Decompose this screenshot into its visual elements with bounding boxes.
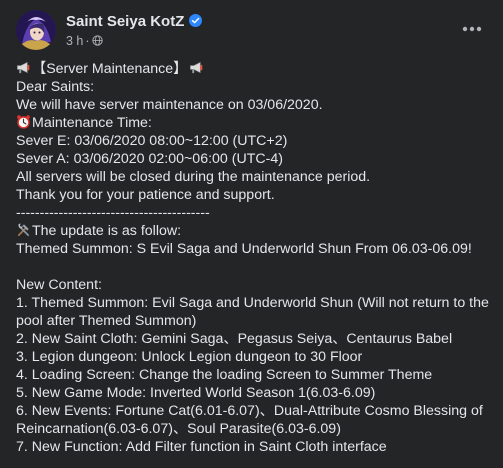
post-line: Themed Summon: S Evil Saga and Underworl… xyxy=(16,241,472,257)
post-line: 3. Legion dungeon: Unlock Legion dungeon… xyxy=(16,349,363,365)
post-line: We will have server maintenance on 03/06… xyxy=(16,97,323,113)
megaphone-icon xyxy=(17,61,30,74)
post-line: All servers will be closed during the ma… xyxy=(16,169,371,185)
post-line: 6. New Events: Fortune Cat(6.01-6.07)、Du… xyxy=(16,403,483,437)
post-header: Saint Seiya KotZ 3 h · xyxy=(16,8,487,52)
post-line: Sever A: 03/06/2020 02:00~06:00 (UTC-4) xyxy=(16,151,283,167)
megaphone-icon xyxy=(190,61,203,74)
facebook-post: Saint Seiya KotZ 3 h · 【Server Maintenan… xyxy=(0,0,503,468)
post-line-text: 【Server Maintenance】 xyxy=(32,61,188,77)
post-line: New Content: xyxy=(16,277,102,293)
meta-separator: · xyxy=(85,34,90,48)
globe-icon[interactable] xyxy=(91,35,103,46)
post-line: 7. New Function: Add Filter function in … xyxy=(16,439,387,455)
post-line: 5. New Game Mode: Inverted World Season … xyxy=(16,385,376,401)
post-line: 1. Themed Summon: Evil Saga and Underwor… xyxy=(16,295,489,329)
page-avatar[interactable] xyxy=(16,10,56,50)
post-line-text: Maintenance Time: xyxy=(32,115,152,131)
page-name-link[interactable]: Saint Seiya KotZ xyxy=(66,13,203,30)
post-meta: 3 h · xyxy=(66,34,103,48)
avatar-artwork xyxy=(16,10,56,50)
post-line: Thank you for your patience and support. xyxy=(16,187,275,203)
verified-badge-icon xyxy=(189,14,203,27)
post-line-title: 【Server Maintenance】 xyxy=(16,60,493,78)
hammer-wrench-icon xyxy=(17,223,30,237)
more-options-icon xyxy=(462,26,482,32)
post-body: 【Server Maintenance】 Dear Saints: We wil… xyxy=(16,60,493,456)
post-line-update-heading: The update is as follow: xyxy=(16,222,493,240)
post-line-text: The update is as follow: xyxy=(32,223,182,239)
alarm-clock-icon xyxy=(17,115,30,129)
post-line: 4. Loading Screen: Change the loading Sc… xyxy=(16,367,433,383)
post-line-divider: ----------------------------------------… xyxy=(16,205,210,221)
post-line: Sever E: 03/06/2020 08:00~12:00 (UTC+2) xyxy=(16,133,288,149)
page-name-text: Saint Seiya KotZ xyxy=(66,13,185,30)
post-line: 2. New Saint Cloth: Gemini Saga、Pegasus … xyxy=(16,331,453,347)
post-timestamp[interactable]: 3 h xyxy=(66,34,83,48)
post-line-maintenance-time: Maintenance Time: xyxy=(16,114,493,132)
post-line: Dear Saints: xyxy=(16,79,95,95)
more-options-button[interactable] xyxy=(455,12,489,46)
